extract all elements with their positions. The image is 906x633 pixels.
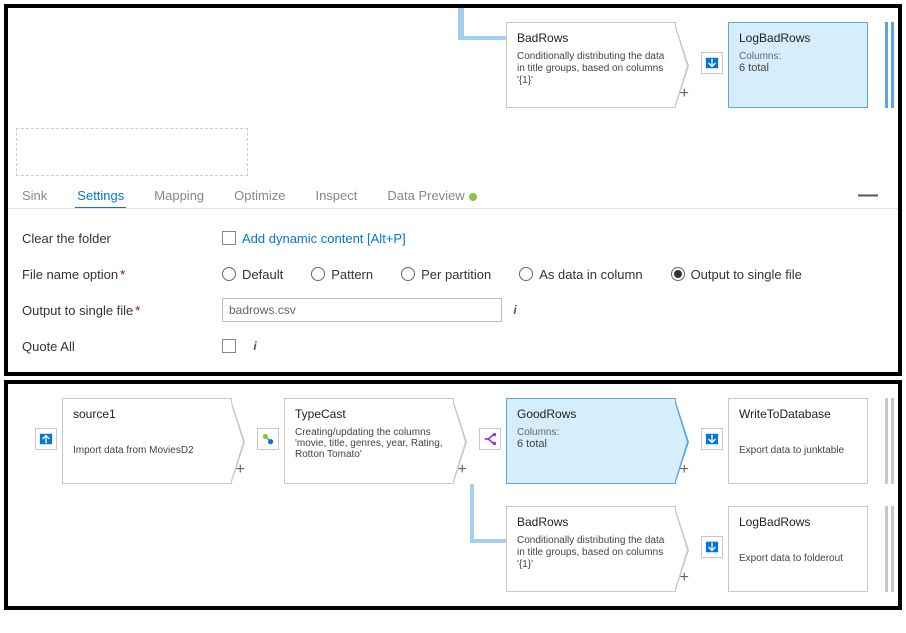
- tab-mapping[interactable]: Mapping: [152, 184, 206, 209]
- node-logbadrows[interactable]: LogBadRows Columns: 6 total: [728, 22, 868, 108]
- rail: [885, 506, 888, 592]
- quote-all-label: Quote All: [22, 339, 222, 354]
- info-icon[interactable]: i: [508, 303, 522, 317]
- node-title: BadRows: [517, 515, 665, 529]
- radio-output-single[interactable]: Output to single file: [671, 267, 802, 282]
- tab-data-preview[interactable]: Data Preview: [385, 184, 478, 209]
- add-icon[interactable]: +: [680, 85, 689, 103]
- tab-settings[interactable]: Settings: [75, 184, 126, 209]
- file-name-option-label: File name option*: [22, 267, 222, 282]
- node-title: GoodRows: [517, 407, 665, 421]
- node-desc: Conditionally distributing the data in t…: [517, 51, 665, 87]
- settings-form: Clear the folder Add dynamic content [Al…: [22, 222, 886, 366]
- add-icon[interactable]: +: [458, 461, 467, 479]
- add-icon[interactable]: +: [680, 569, 689, 587]
- sink-icon: [701, 536, 723, 558]
- node-desc: Import data from MoviesD2: [73, 445, 221, 456]
- panel-bottom: source1 Import data from MoviesD2 + Type…: [4, 380, 902, 610]
- node-goodrows[interactable]: GoodRows Columns: 6 total +: [506, 398, 676, 484]
- node-desc: Conditionally distributing the data in t…: [517, 535, 665, 571]
- node-title: BadRows: [517, 31, 665, 45]
- clear-folder-label: Clear the folder: [22, 231, 222, 246]
- divider: [8, 208, 898, 209]
- node-desc: Creating/updating the columns 'movie, ti…: [295, 427, 443, 460]
- rail: [891, 398, 894, 484]
- node-logbadrows[interactable]: LogBadRows Export data to folderout: [728, 506, 868, 592]
- node-meta-label: Columns:: [517, 427, 665, 438]
- tab-inspect[interactable]: Inspect: [313, 184, 359, 209]
- connector: [470, 484, 474, 539]
- output-filename-input[interactable]: [222, 298, 502, 322]
- placeholder-box: [16, 128, 248, 176]
- sink-icon: [701, 52, 723, 74]
- connector: [458, 36, 508, 40]
- connector: [458, 8, 464, 36]
- connector: [470, 539, 506, 543]
- output-single-label: Output to single file*: [22, 303, 222, 318]
- info-icon[interactable]: i: [248, 339, 262, 353]
- node-desc: Export data to junktable: [739, 445, 857, 456]
- derived-column-icon: [257, 428, 279, 450]
- node-writedb[interactable]: WriteToDatabase Export data to junktable: [728, 398, 868, 484]
- radio-pattern[interactable]: Pattern: [311, 267, 373, 282]
- quote-all-checkbox[interactable]: [222, 339, 236, 353]
- node-badrows[interactable]: BadRows Conditionally distributing the d…: [506, 22, 676, 108]
- clear-folder-checkbox[interactable]: [222, 231, 236, 245]
- rail: [885, 398, 888, 484]
- add-icon[interactable]: +: [680, 461, 689, 479]
- rail: [885, 22, 888, 108]
- node-meta-label: Columns:: [739, 51, 857, 62]
- add-icon[interactable]: +: [236, 461, 245, 479]
- radio-per-partition[interactable]: Per partition: [401, 267, 491, 282]
- split-icon: [479, 428, 501, 450]
- node-title: WriteToDatabase: [739, 407, 857, 421]
- collapse-icon[interactable]: —: [858, 184, 878, 207]
- rail: [891, 506, 894, 592]
- rail: [891, 22, 894, 108]
- node-meta-value: 6 total: [739, 62, 857, 74]
- node-meta-value: 6 total: [517, 438, 665, 450]
- node-title: TypeCast: [295, 407, 443, 421]
- node-desc: Export data to folderout: [739, 553, 857, 564]
- panel-top: BadRows Conditionally distributing the d…: [4, 4, 902, 376]
- tab-optimize[interactable]: Optimize: [232, 184, 287, 209]
- tab-sink[interactable]: Sink: [20, 184, 49, 209]
- add-dynamic-content-link[interactable]: Add dynamic content [Alt+P]: [242, 231, 406, 246]
- node-title: LogBadRows: [739, 31, 857, 45]
- radio-default[interactable]: Default: [222, 267, 283, 282]
- status-dot-icon: [469, 193, 477, 201]
- node-title: LogBadRows: [739, 515, 857, 529]
- radio-as-data-in-column[interactable]: As data in column: [519, 267, 642, 282]
- node-badrows[interactable]: BadRows Conditionally distributing the d…: [506, 506, 676, 592]
- tab-bar: Sink Settings Mapping Optimize Inspect D…: [20, 184, 886, 215]
- node-source1[interactable]: source1 Import data from MoviesD2 +: [62, 398, 232, 484]
- sink-icon: [701, 428, 723, 450]
- source-icon: [35, 428, 57, 450]
- node-typecast[interactable]: TypeCast Creating/updating the columns '…: [284, 398, 454, 484]
- node-title: source1: [73, 407, 221, 421]
